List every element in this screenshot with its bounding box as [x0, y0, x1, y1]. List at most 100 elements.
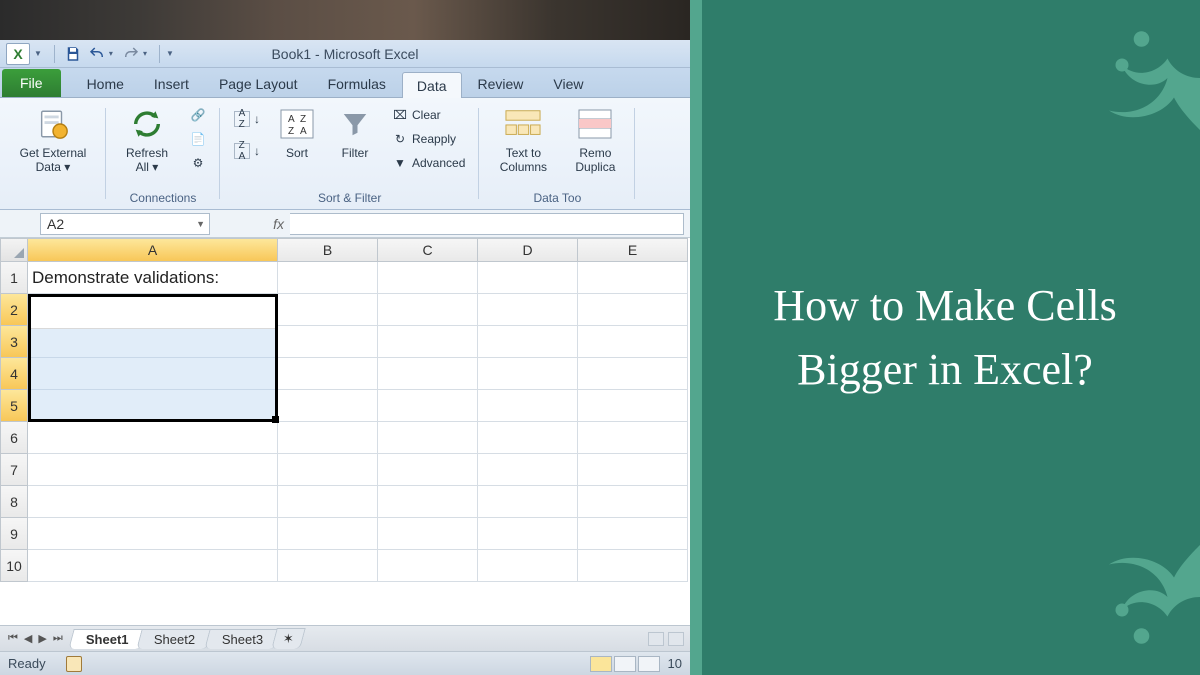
col-header-C[interactable]: C — [378, 238, 478, 262]
row-header-10[interactable]: 10 — [0, 550, 28, 582]
cell-E3[interactable] — [578, 326, 688, 358]
cell-E10[interactable] — [578, 550, 688, 582]
cell-D4[interactable] — [478, 358, 578, 390]
cell-D3[interactable] — [478, 326, 578, 358]
tab-nav-next-icon[interactable]: ▶ — [36, 630, 48, 647]
filter-button[interactable]: Filter — [330, 102, 380, 160]
cell-D6[interactable] — [478, 422, 578, 454]
advanced-filter-button[interactable]: ▼Advanced — [388, 152, 469, 174]
cell-A2[interactable] — [28, 294, 278, 326]
sheet-tab-3[interactable]: Sheet3 — [204, 629, 281, 649]
name-box-dropdown-icon[interactable]: ▼ — [196, 219, 205, 229]
cell-C10[interactable] — [378, 550, 478, 582]
col-header-D[interactable]: D — [478, 238, 578, 262]
cell-E4[interactable] — [578, 358, 688, 390]
row-header-6[interactable]: 6 — [0, 422, 28, 454]
cell-C9[interactable] — [378, 518, 478, 550]
row-header-9[interactable]: 9 — [0, 518, 28, 550]
col-header-E[interactable]: E — [578, 238, 688, 262]
sort-button[interactable]: AZZA Sort — [272, 102, 322, 160]
col-header-B[interactable]: B — [278, 238, 378, 262]
cell-B9[interactable] — [278, 518, 378, 550]
refresh-all-button[interactable]: Refresh All ▾ — [116, 102, 178, 175]
cell-E6[interactable] — [578, 422, 688, 454]
tab-nav-prev-icon[interactable]: ◀ — [22, 630, 34, 647]
cell-C5[interactable] — [378, 390, 478, 422]
undo-icon[interactable] — [87, 44, 107, 64]
hscroll-left-icon[interactable] — [648, 632, 664, 646]
cell-A4[interactable] — [28, 358, 278, 390]
sheet-tab-2[interactable]: Sheet2 — [137, 629, 214, 649]
row-header-1[interactable]: 1 — [0, 262, 28, 294]
cell-C4[interactable] — [378, 358, 478, 390]
tab-review[interactable]: Review — [464, 71, 538, 97]
cell-C3[interactable] — [378, 326, 478, 358]
cell-D8[interactable] — [478, 486, 578, 518]
cells-area[interactable]: Demonstrate validations: — [28, 262, 690, 625]
select-all-corner[interactable] — [0, 238, 28, 262]
fx-icon[interactable]: fx — [273, 216, 284, 232]
cell-E7[interactable] — [578, 454, 688, 486]
cell-D2[interactable] — [478, 294, 578, 326]
sort-asc-button[interactable]: AZ↓ — [230, 108, 264, 130]
tab-data[interactable]: Data — [402, 72, 462, 98]
cell-E1[interactable] — [578, 262, 688, 294]
cell-A7[interactable] — [28, 454, 278, 486]
cell-E5[interactable] — [578, 390, 688, 422]
sheet-tab-1[interactable]: Sheet1 — [68, 629, 146, 649]
tab-view[interactable]: View — [539, 71, 597, 97]
tab-nav-last-icon[interactable]: ⏭ — [51, 630, 65, 647]
cell-B10[interactable] — [278, 550, 378, 582]
qat-more-icon[interactable]: ▼ — [166, 49, 174, 58]
get-external-data-button[interactable]: Get External Data ▾ — [10, 102, 96, 175]
cell-A10[interactable] — [28, 550, 278, 582]
cell-E2[interactable] — [578, 294, 688, 326]
cell-A8[interactable] — [28, 486, 278, 518]
name-box[interactable]: A2 ▼ — [40, 213, 210, 235]
row-header-8[interactable]: 8 — [0, 486, 28, 518]
tab-insert[interactable]: Insert — [140, 71, 203, 97]
tab-nav-first-icon[interactable]: ⏮ — [6, 630, 20, 647]
cell-C8[interactable] — [378, 486, 478, 518]
cell-C2[interactable] — [378, 294, 478, 326]
edit-links-button[interactable]: ⚙ — [186, 152, 210, 174]
cell-B8[interactable] — [278, 486, 378, 518]
view-page-layout-icon[interactable] — [614, 656, 636, 672]
cell-C7[interactable] — [378, 454, 478, 486]
zoom-value[interactable]: 10 — [668, 656, 682, 671]
cell-B7[interactable] — [278, 454, 378, 486]
cell-D7[interactable] — [478, 454, 578, 486]
hscroll-thumb[interactable] — [668, 632, 684, 646]
cell-A1[interactable]: Demonstrate validations: — [28, 262, 278, 294]
properties-button[interactable]: 📄 — [186, 128, 210, 150]
remove-duplicates-button[interactable]: Remo Duplica — [565, 102, 625, 175]
cell-B1[interactable] — [278, 262, 378, 294]
connections-button[interactable]: 🔗 — [186, 104, 210, 126]
save-icon[interactable] — [63, 44, 83, 64]
cell-B2[interactable] — [278, 294, 378, 326]
row-header-7[interactable]: 7 — [0, 454, 28, 486]
redo-dropdown-icon[interactable]: ▾ — [143, 49, 147, 58]
tab-formulas[interactable]: Formulas — [314, 71, 400, 97]
cell-C6[interactable] — [378, 422, 478, 454]
row-header-2[interactable]: 2 — [0, 294, 28, 326]
cell-A3[interactable] — [28, 326, 278, 358]
redo-icon[interactable] — [121, 44, 141, 64]
undo-dropdown-icon[interactable]: ▾ — [109, 49, 113, 58]
cell-A5[interactable] — [28, 390, 278, 422]
cell-D1[interactable] — [478, 262, 578, 294]
cell-B6[interactable] — [278, 422, 378, 454]
excel-logo-icon[interactable]: X — [6, 43, 30, 65]
cell-A9[interactable] — [28, 518, 278, 550]
cell-B5[interactable] — [278, 390, 378, 422]
row-header-4[interactable]: 4 — [0, 358, 28, 390]
row-header-3[interactable]: 3 — [0, 326, 28, 358]
tab-page-layout[interactable]: Page Layout — [205, 71, 312, 97]
cell-C1[interactable] — [378, 262, 478, 294]
view-page-break-icon[interactable] — [638, 656, 660, 672]
cell-B4[interactable] — [278, 358, 378, 390]
cell-E9[interactable] — [578, 518, 688, 550]
macro-record-icon[interactable] — [66, 656, 82, 672]
clear-filter-button[interactable]: ⌧Clear — [388, 104, 469, 126]
view-normal-icon[interactable] — [590, 656, 612, 672]
